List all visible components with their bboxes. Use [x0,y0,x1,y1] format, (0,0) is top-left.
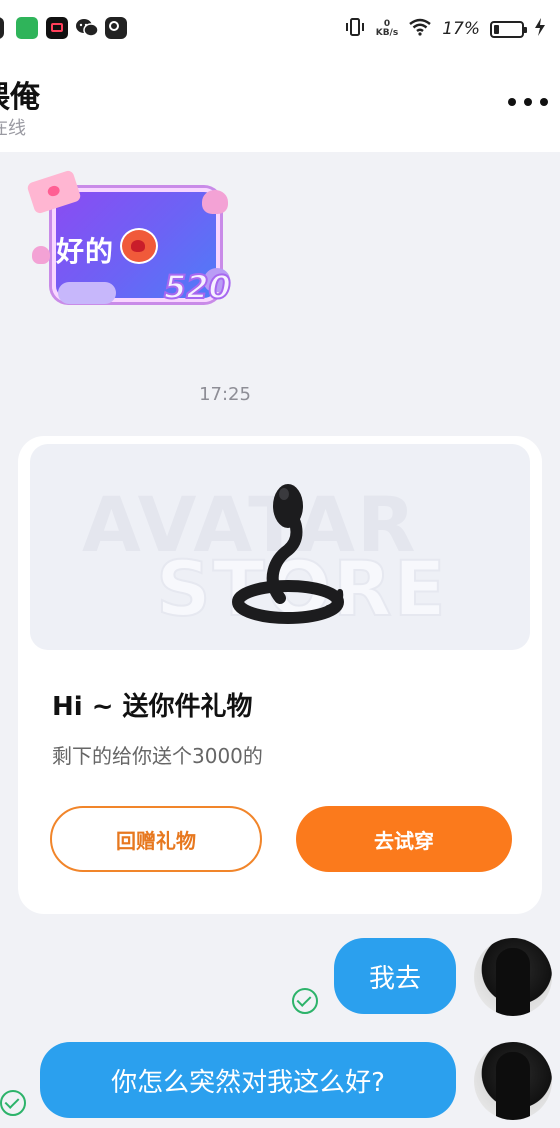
battery-icon [490,20,527,38]
sticker-number: 520 [163,267,232,307]
try-on-button[interactable]: 去试穿 [296,806,512,872]
chat-header: 偎俺 在线 [0,58,560,152]
avatar[interactable] [474,1042,552,1120]
message-timestamp: 17:25 [199,384,251,405]
gift-preview: AVATAR STORE [30,444,530,650]
contact-name[interactable]: 偎俺 [0,72,40,116]
dot [540,98,548,106]
read-check-icon [0,1090,26,1116]
wechat-icon [75,17,99,39]
network-speed: 0 KB/s [375,19,399,38]
sticker-text: 好的 [56,235,115,268]
avatar[interactable] [474,938,552,1016]
vibrate-icon [344,17,366,41]
emoji-icon [120,228,158,264]
snake-icon [232,484,344,624]
cloud-decoration [58,282,116,304]
video-app-icon [46,17,68,39]
app-icon [0,17,4,39]
read-check-icon [292,988,318,1014]
heart-icon [202,190,228,214]
charging-icon [534,17,546,41]
status-bar: 0 KB/s 17% [0,0,560,58]
app-icon [16,17,38,39]
gift-card[interactable]: AVATAR STORE Hi ~ 送你件礼物 剩下的给你送个3000的 回赠礼… [18,436,542,914]
heart-icon [32,246,50,264]
contact-status: 在线 [0,118,26,139]
battery-percent: 17% [442,19,480,39]
app-icon [105,17,127,39]
dot [524,98,532,106]
sticker-message[interactable]: 好的 520 [26,168,238,308]
gift-card-description: 剩下的给你送个3000的 [52,744,263,768]
dot [508,98,516,106]
wifi-icon [408,18,432,40]
message-bubble[interactable]: 你怎么突然对我这么好? [40,1042,456,1118]
message-bubble[interactable]: 我去 [334,938,456,1014]
return-gift-button[interactable]: 回赠礼物 [50,806,262,872]
status-indicators: 0 KB/s 17% [344,14,546,44]
gift-card-title: Hi ~ 送你件礼物 [52,692,253,722]
more-options-icon[interactable] [508,92,548,112]
